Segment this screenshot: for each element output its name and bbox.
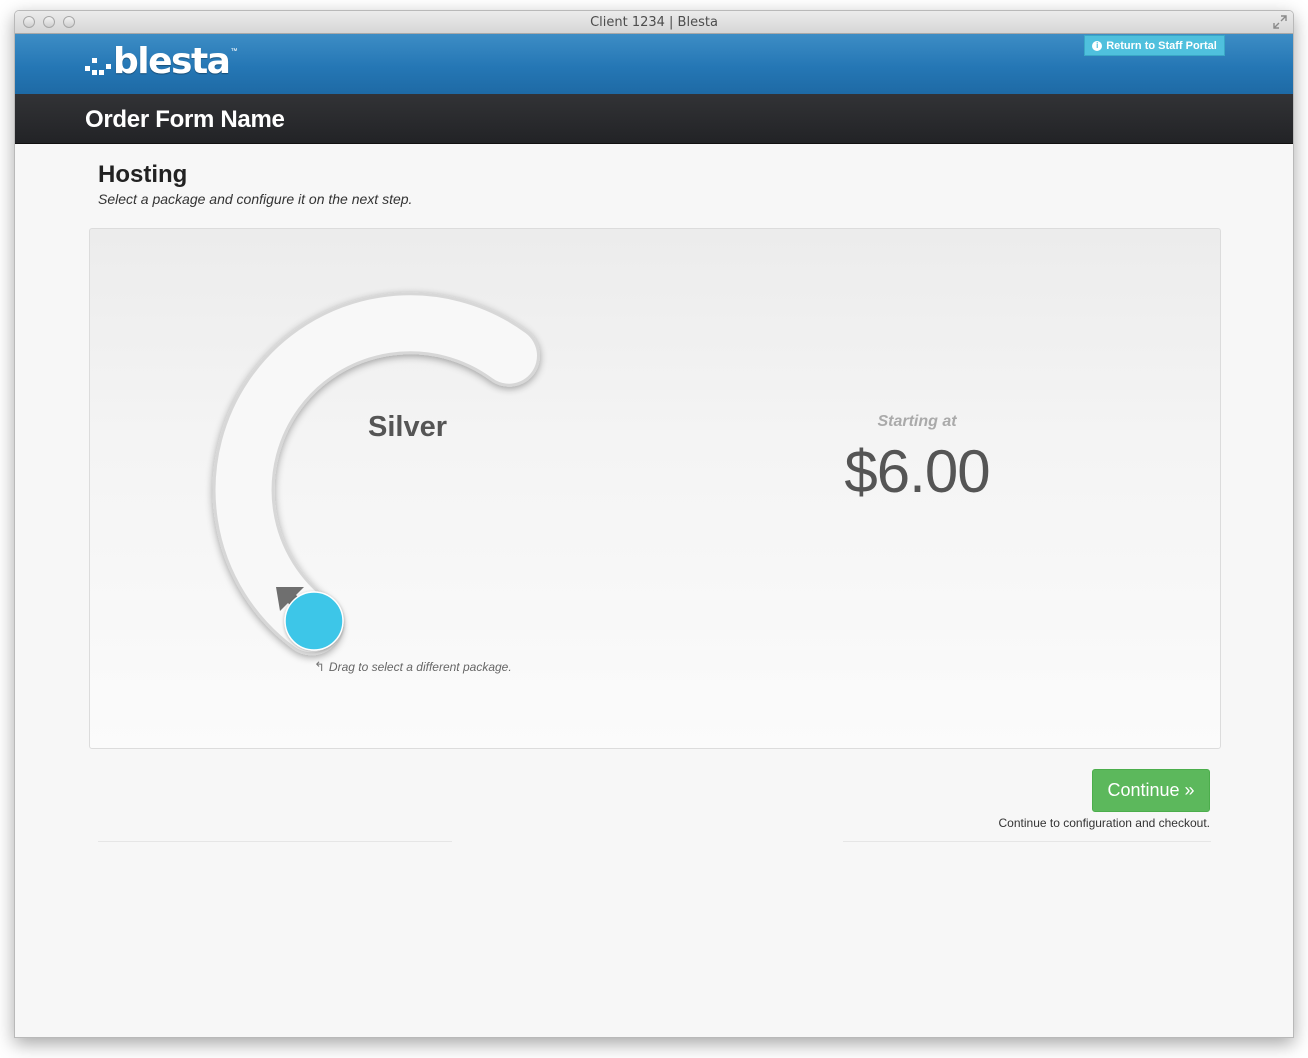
page-title-bar: Order Form Name <box>15 94 1293 144</box>
drag-hint-icon: ↰ <box>314 659 325 674</box>
drag-hint-text: Drag to select a different package. <box>328 660 512 674</box>
footer-divider-left <box>98 841 452 842</box>
return-to-staff-portal-label: Return to Staff Portal <box>1106 39 1217 52</box>
title-bar: Client 1234 | Blesta <box>15 11 1293 34</box>
slider-handle[interactable] <box>284 591 344 651</box>
selected-package-name: Silver <box>368 411 447 443</box>
logo-text: blesta <box>113 41 231 82</box>
continue-button[interactable]: Continue » <box>1092 769 1210 812</box>
price-label: Starting at <box>877 413 957 430</box>
browser-window: Client 1234 | Blesta blesta ™ i Return t… <box>14 10 1294 1038</box>
section-subtitle: Select a package and configure it on the… <box>98 191 413 207</box>
slider-track-surface <box>215 295 537 653</box>
blesta-logo[interactable]: blesta ™ <box>83 42 237 82</box>
logo-dots-icon <box>85 58 111 75</box>
price-value: $6.00 <box>844 438 990 505</box>
package-selector-panel: Silver ↰ Drag to select a different pack… <box>89 228 1221 749</box>
package-slider[interactable] <box>90 229 1222 750</box>
window-title: Client 1234 | Blesta <box>590 15 718 30</box>
info-icon: i <box>1092 40 1103 51</box>
section-title: Hosting <box>98 161 188 188</box>
logo-trademark: ™ <box>230 48 238 55</box>
page-title: Order Form Name <box>85 106 285 133</box>
footer-divider-right <box>843 841 1211 842</box>
continue-note: Continue to configuration and checkout. <box>998 816 1210 830</box>
return-to-staff-portal-button[interactable]: i Return to Staff Portal <box>1084 35 1225 56</box>
fullscreen-icon[interactable] <box>1273 15 1287 29</box>
drag-hint: ↰ Drag to select a different package. <box>314 659 512 675</box>
site-header: blesta ™ i Return to Staff Portal <box>15 34 1293 94</box>
